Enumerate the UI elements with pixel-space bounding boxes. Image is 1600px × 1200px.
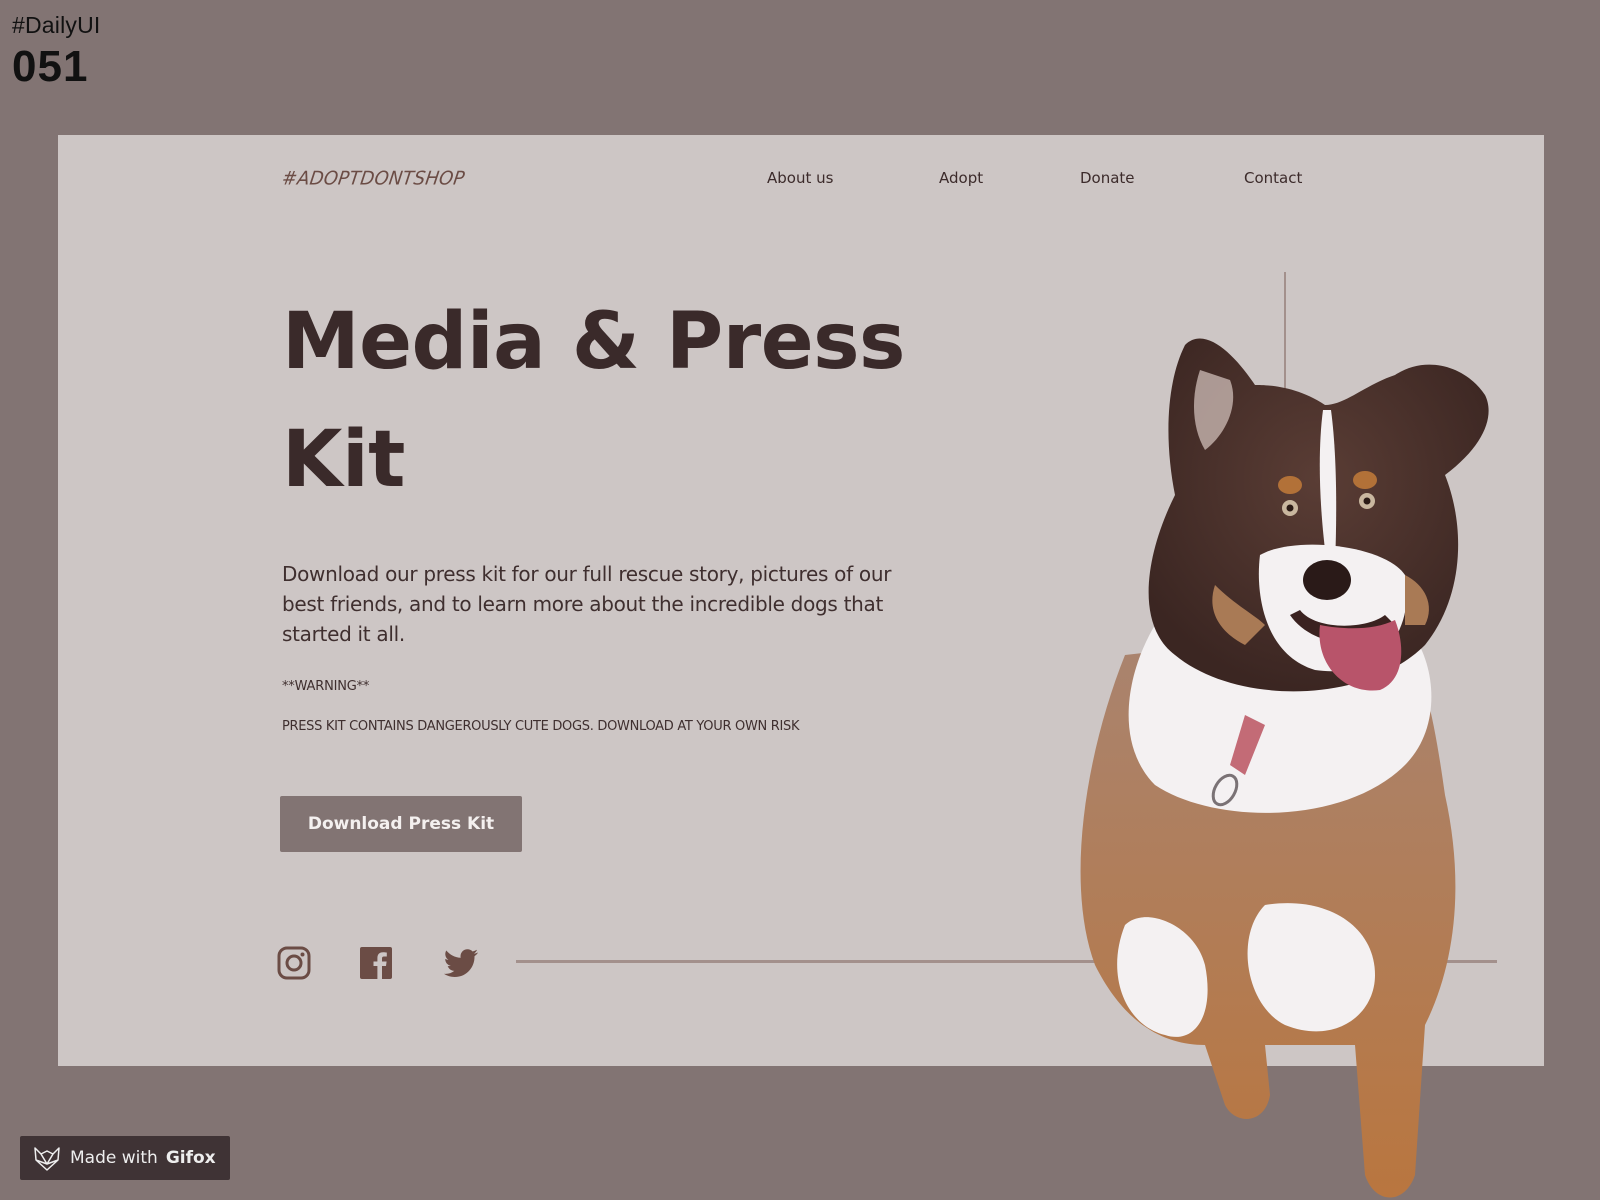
nav-contact[interactable]: Contact	[1244, 169, 1302, 187]
instagram-link[interactable]	[276, 945, 312, 981]
instagram-icon	[277, 946, 311, 980]
twitter-icon	[443, 949, 478, 977]
watermark-brand: Gifox	[165, 1148, 216, 1168]
warning-text: PRESS KIT CONTAINS DANGEROUSLY CUTE DOGS…	[282, 719, 800, 734]
page-title: Media & Press Kit	[282, 283, 905, 519]
twitter-link[interactable]	[442, 945, 478, 981]
nav-donate[interactable]: Donate	[1080, 169, 1135, 187]
page-title-line-2: Kit	[282, 415, 405, 505]
download-press-kit-button[interactable]: Download Press Kit	[280, 796, 522, 852]
daily-ui-tag: #DailyUI	[12, 12, 101, 38]
horizontal-divider	[516, 960, 1497, 963]
nav-adopt[interactable]: Adopt	[939, 169, 983, 187]
landing-page-card: #ADOPTDONTSHOP About us Adopt Donate Con…	[58, 135, 1544, 1066]
facebook-link[interactable]	[358, 945, 394, 981]
warning-label: **WARNING**	[282, 679, 370, 694]
daily-ui-label: #DailyUI 051	[12, 12, 101, 89]
page-title-line-1: Media & Press	[282, 297, 905, 387]
site-logo[interactable]: #ADOPTDONTSHOP	[280, 167, 466, 189]
vertical-divider	[1284, 272, 1286, 472]
fox-icon	[34, 1147, 60, 1171]
nav-about-us[interactable]: About us	[767, 169, 833, 187]
gifox-watermark: Made with Gifox	[20, 1136, 230, 1180]
daily-ui-number: 051	[12, 42, 89, 91]
watermark-prefix: Made with	[70, 1148, 158, 1168]
intro-paragraph: Download our press kit for our full resc…	[282, 562, 892, 646]
facebook-icon	[360, 947, 392, 979]
